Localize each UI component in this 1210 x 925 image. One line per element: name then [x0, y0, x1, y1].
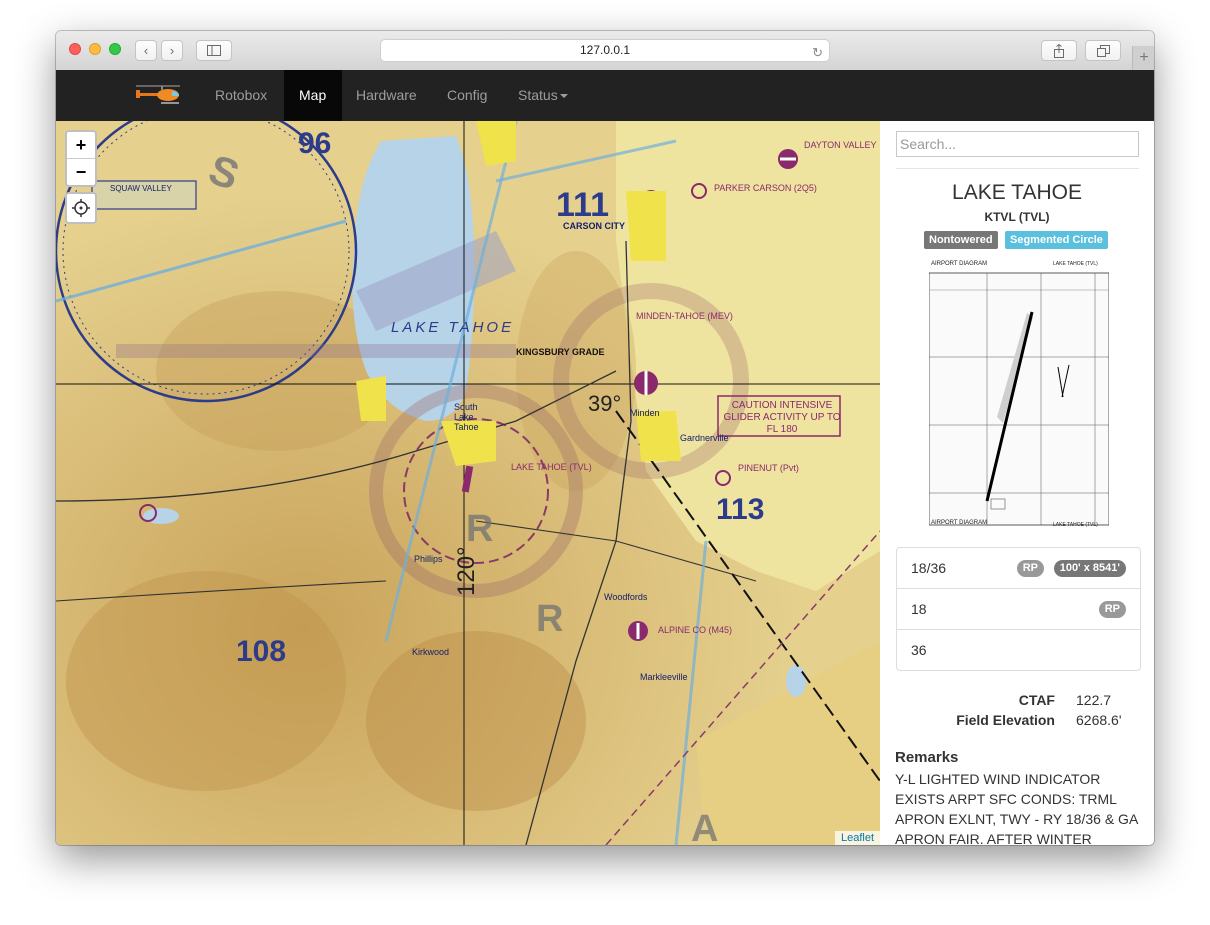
airport-info-panel: Search... LAKE TAHOE KTVL (TVL) Nontower… — [880, 121, 1154, 845]
new-tab-button[interactable]: + — [1132, 46, 1154, 70]
divider — [896, 168, 1139, 169]
svg-text:120°: 120° — [453, 546, 480, 596]
diagram-title-right: LAKE TAHOE (TVL) — [1053, 261, 1098, 267]
map-label-minden-tahoe: MINDEN-TAHOE (MEV) — [636, 311, 733, 321]
svg-text:113: 113 — [716, 493, 764, 526]
airport-diagram-drawing — [929, 257, 1109, 531]
airport-identifier: KTVL (TVL) — [984, 210, 1050, 224]
rp-badge: RP — [1016, 560, 1044, 577]
map-label-parker-carson: PARKER CARSON (2Q5) — [714, 183, 817, 193]
remarks-heading: Remarks — [895, 749, 959, 766]
field-elevation-value: 6268.6' — [1076, 712, 1122, 728]
diagram-footer-right: LAKE TAHOE (TVL) — [1053, 522, 1098, 528]
locate-button[interactable] — [65, 192, 97, 224]
minimize-window-button[interactable] — [89, 43, 101, 55]
ctaf-value: 122.7 — [1076, 692, 1112, 708]
svg-text:96: 96 — [298, 127, 331, 160]
map-label-pinenut: PINENUT (Pvt) — [738, 463, 799, 473]
runway-name: 36 — [911, 642, 927, 658]
caret-down-icon — [559, 94, 568, 99]
map-label-markleeville: Markleeville — [640, 672, 688, 682]
zoom-in-button[interactable]: + — [67, 132, 95, 159]
map-label-carson-city: CARSON CITY — [563, 221, 626, 231]
map-label-dayton-valley: DAYTON VALLEY — [804, 140, 877, 150]
field-elevation-label: Field Elevation — [956, 712, 1055, 728]
runway-name: 18 — [911, 601, 927, 617]
svg-text:39°: 39° — [588, 391, 621, 416]
crosshair-icon — [72, 199, 90, 217]
runway-row-18[interactable]: 18 RP — [897, 589, 1140, 630]
address-bar[interactable]: 127.0.0.1 ↻ — [380, 39, 830, 62]
tabs-overview-button[interactable] — [1085, 40, 1121, 61]
runway-name: 18/36 — [911, 560, 947, 576]
diagram-title-left: AIRPORT DIAGRAM — [931, 261, 988, 267]
sidebar-toggle-button[interactable] — [196, 40, 232, 61]
map-label-woodfords: Woodfords — [604, 592, 648, 602]
zoom-control: + − — [65, 130, 97, 187]
sectional-chart-map[interactable]: 96 111 113 108 S R R A 120° 39° LAKE TAH… — [56, 121, 880, 845]
plus-icon: + — [1139, 49, 1149, 66]
browser-titlebar: ‹ › 127.0.0.1 ↻ + — [56, 31, 1154, 71]
runway-row-18-36[interactable]: 18/36 RP 100' x 8541' — [897, 548, 1140, 589]
zoom-out-button[interactable]: − — [67, 159, 95, 185]
ctaf-label: CTAF — [1018, 692, 1055, 708]
share-button[interactable] — [1041, 40, 1077, 61]
runway-row-36[interactable]: 36 — [897, 630, 1140, 670]
nav-rotobox[interactable]: Rotobox — [200, 70, 282, 121]
nav-status-label: Status — [518, 87, 558, 103]
share-icon — [1054, 43, 1064, 58]
map-label-kirkwood: Kirkwood — [412, 647, 450, 657]
map-label-gardnerville: Gardnerville — [680, 433, 729, 443]
search-input[interactable]: Search... — [896, 131, 1139, 157]
map-label-lake-tahoe: LAKE TAHOE — [391, 319, 515, 336]
segmented-circle-badge: Segmented Circle — [1005, 231, 1108, 249]
reload-icon[interactable]: ↻ — [812, 42, 823, 63]
map-label-squaw-valley: SQUAW VALLEY — [110, 184, 172, 193]
sidebar-icon — [207, 45, 221, 56]
svg-text:111: 111 — [556, 186, 609, 224]
svg-text:A: A — [691, 808, 718, 845]
map-label-kingsbury-grade: KINGSBURY GRADE — [516, 347, 605, 357]
map-label-alpine-co: ALPINE CO (M45) — [658, 625, 733, 635]
map-label-south-lake-tahoe: South Lake Tahoe — [454, 402, 479, 432]
airport-name: LAKE TAHOE — [952, 181, 1082, 204]
nav-config[interactable]: Config — [432, 70, 502, 121]
map-label-tahoe-airport: LAKE TAHOE (TVL) — [511, 462, 592, 472]
svg-text:R: R — [466, 508, 493, 550]
map-label-minden: Minden — [630, 408, 660, 418]
zoom-window-button[interactable] — [109, 43, 121, 55]
rp-badge: RP — [1098, 601, 1126, 618]
forward-button[interactable]: › — [161, 40, 183, 61]
svg-text:108: 108 — [236, 635, 286, 668]
helicopter-logo-icon[interactable] — [134, 82, 186, 106]
nav-hardware[interactable]: Hardware — [341, 70, 432, 121]
back-button[interactable]: ‹ — [135, 40, 157, 61]
airport-diagram[interactable]: AIRPORT DIAGRAM LAKE TAHOE (TVL) AIRPORT… — [929, 257, 1109, 531]
runway-dimensions-badge: 100' x 8541' — [1053, 560, 1126, 577]
chevron-left-icon: ‹ — [143, 43, 149, 58]
nontowered-badge: Nontowered — [924, 231, 998, 249]
top-navbar: Rotobox Map Hardware Config Status — [56, 70, 1154, 122]
sectional-chart-tiles: 96 111 113 108 S R R A 120° 39° — [56, 121, 880, 845]
runway-list: 18/36 RP 100' x 8541' 18 RP 36 — [896, 547, 1141, 671]
map-label-caution-glider: CAUTION INTENSIVE GLIDER ACTIVITY UP TO … — [723, 400, 841, 435]
nav-status-dropdown[interactable]: Status — [503, 70, 583, 121]
remarks-text: Y-L LIGHTED WIND INDICATOR EXISTS ARPT S… — [895, 771, 1138, 845]
chevron-right-icon: › — [169, 43, 175, 58]
map-label-phillips: Phillips — [414, 554, 443, 564]
diagram-footer-left: AIRPORT DIAGRAM — [931, 520, 988, 526]
url-text: 127.0.0.1 — [579, 43, 631, 57]
svg-text:R: R — [536, 598, 563, 640]
leaflet-attribution-link[interactable]: Leaflet — [834, 831, 880, 845]
tabs-icon — [1096, 45, 1110, 57]
nav-map[interactable]: Map — [284, 70, 342, 121]
browser-window: ‹ › 127.0.0.1 ↻ + Rotobox Map Hardware C… — [56, 31, 1154, 845]
close-window-button[interactable] — [69, 43, 81, 55]
